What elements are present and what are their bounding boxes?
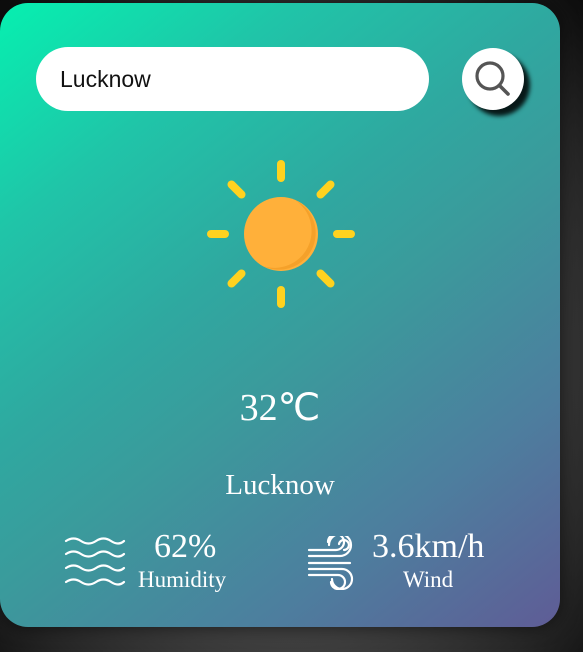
weather-card: 32℃ Lucknow 62% Humidity 3.6km/h Wind — [0, 3, 560, 627]
waves-icon — [64, 537, 126, 586]
wind-icon — [307, 536, 354, 590]
city-name: Lucknow — [225, 469, 335, 501]
search-input[interactable] — [60, 65, 405, 93]
sun-icon — [207, 160, 355, 308]
wind-label: Wind — [403, 567, 454, 592]
search-field[interactable] — [36, 47, 429, 111]
humidity-value: 62% — [154, 528, 217, 565]
temperature: 32℃ — [239, 387, 321, 429]
humidity-label: Humidity — [138, 567, 227, 592]
wind-value: 3.6km/h — [372, 528, 485, 565]
search-button[interactable] — [462, 48, 524, 110]
search-icon — [475, 61, 510, 96]
